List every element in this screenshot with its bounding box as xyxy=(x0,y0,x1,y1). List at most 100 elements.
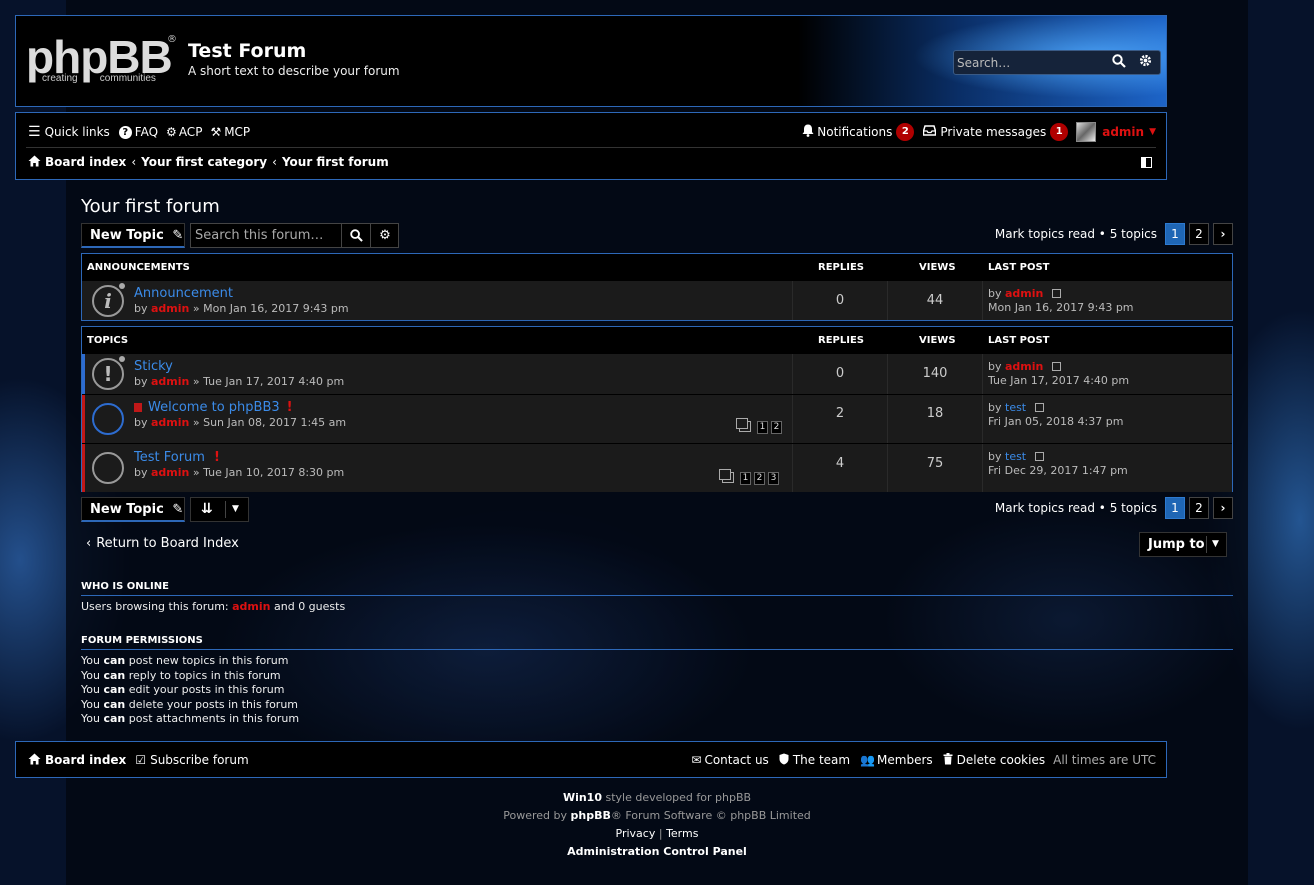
return-to-index-link[interactable]: ‹ Return to Board Index xyxy=(86,536,239,551)
permission-line: You can reply to topics in this forum xyxy=(81,668,281,682)
phpbb-logo[interactable]: phpBB ® creating communities xyxy=(26,34,177,88)
caret-down-icon: ▼ xyxy=(1212,539,1219,549)
topic-title[interactable]: Announcement xyxy=(134,286,233,301)
mark-topics-read-link[interactable]: Mark topics read • 5 topics xyxy=(995,501,1157,515)
page-2-button[interactable]: 2 xyxy=(1189,497,1209,519)
avatar[interactable] xyxy=(1076,122,1097,142)
pencil-icon: ✎ xyxy=(172,502,184,517)
last-post-author-link[interactable]: test xyxy=(1005,450,1026,463)
replies-count: 2 xyxy=(835,406,845,421)
new-topic-label: New Topic xyxy=(90,228,164,243)
col-last-post: Last post xyxy=(988,262,1050,273)
author-link[interactable]: admin xyxy=(151,302,189,315)
username-link[interactable]: admin xyxy=(1102,125,1144,139)
acp-link[interactable]: ACP xyxy=(179,125,203,139)
who-is-online-text: Users browsing this forum: admin and 0 g… xyxy=(81,600,346,613)
table-row[interactable]: Test Forum! by admin » Tue Jan 10, 2017 … xyxy=(82,443,1232,492)
topic-page-link[interactable]: 1 xyxy=(740,472,751,485)
mcp-link[interactable]: MCP xyxy=(224,125,250,139)
private-messages-link[interactable]: Private messages xyxy=(940,125,1046,139)
envelope-icon: ✉ xyxy=(691,753,702,767)
jump-to-button[interactable]: Jump to ▼ xyxy=(1139,532,1227,557)
page-1-button[interactable]: 1 xyxy=(1165,497,1185,519)
forum-title[interactable]: Your first forum xyxy=(81,196,220,217)
goto-last-post-icon[interactable] xyxy=(1051,362,1061,371)
terms-link[interactable]: Terms xyxy=(666,827,698,840)
forum-search-input[interactable] xyxy=(193,226,338,245)
page-2-button[interactable]: 2 xyxy=(1189,223,1209,245)
administration-control-panel-link[interactable]: Administration Control Panel xyxy=(567,845,747,858)
the-team-link[interactable]: The team xyxy=(793,753,850,767)
site-description: A short text to describe your forum xyxy=(188,64,400,78)
author-link[interactable]: admin xyxy=(151,375,189,388)
reported-icon: ! xyxy=(213,450,220,465)
breadcrumb-board-index[interactable]: Board index xyxy=(45,155,126,169)
members-link[interactable]: Members xyxy=(877,753,933,767)
table-row[interactable]: i Announcement by admin » Mon Jan 16, 20… xyxy=(82,280,1232,320)
privacy-link[interactable]: Privacy xyxy=(616,827,656,840)
timezone-text: All times are UTC xyxy=(1053,753,1156,767)
last-post-author-link[interactable]: admin xyxy=(1005,287,1043,300)
site-title[interactable]: Test Forum xyxy=(188,40,306,62)
last-post-author-link[interactable]: admin xyxy=(1005,360,1043,373)
delete-cookies-link[interactable]: Delete cookies xyxy=(957,753,1045,767)
fluid-toggle-icon[interactable] xyxy=(1141,156,1152,168)
views-count: 44 xyxy=(926,293,944,308)
new-topic-button[interactable]: New Topic ✎ xyxy=(81,497,185,522)
goto-last-post-icon[interactable] xyxy=(1051,289,1061,298)
topic-title[interactable]: Welcome to phpBB3 xyxy=(148,400,280,415)
faq-link[interactable]: FAQ xyxy=(135,125,158,139)
sort-options-button[interactable]: ⇊ ▼ xyxy=(190,497,249,522)
topics-table: Topics Replies Views Last post ! Sticky … xyxy=(81,326,1233,492)
mark-topics-read-link[interactable]: Mark topics read • 5 topics xyxy=(995,227,1157,241)
search-icon[interactable] xyxy=(1110,54,1128,72)
table-row[interactable]: ! Sticky by admin » Tue Jan 17, 2017 4:4… xyxy=(82,353,1232,394)
breadcrumb-forum[interactable]: Your first forum xyxy=(282,155,389,169)
online-user-link[interactable]: admin xyxy=(232,600,270,613)
footer-board-index[interactable]: Board index xyxy=(45,753,126,767)
goto-last-post-icon[interactable] xyxy=(1034,403,1044,412)
home-icon xyxy=(28,753,41,768)
permission-line: You can edit your posts in this forum xyxy=(81,683,285,696)
goto-last-post-icon[interactable] xyxy=(1034,452,1044,461)
announcements-header: Announcements Replies Views Last post xyxy=(82,254,1232,280)
notifications-count[interactable]: 2 xyxy=(896,123,915,141)
page-1-button[interactable]: 1 xyxy=(1165,223,1185,245)
topic-title[interactable]: Test Forum xyxy=(134,450,205,465)
quick-links[interactable]: Quick links xyxy=(45,125,110,139)
phpbb-link[interactable]: phpBB xyxy=(571,809,611,822)
topics-heading: Topics xyxy=(87,335,129,346)
acp-footer: Administration Control Panel xyxy=(0,845,1314,858)
caret-down-icon[interactable]: ▼ xyxy=(1149,127,1156,137)
author-link[interactable]: admin xyxy=(151,466,189,479)
menu-icon[interactable]: ☰ xyxy=(28,124,41,140)
site-header: phpBB ® creating communities Test Forum … xyxy=(15,15,1167,107)
topic-page-link[interactable]: 2 xyxy=(754,472,765,485)
topic-page-link[interactable]: 2 xyxy=(771,421,782,434)
shield-icon xyxy=(779,753,789,768)
next-page-icon[interactable]: › xyxy=(1213,223,1233,245)
gear-icon[interactable]: ⚙ xyxy=(370,224,399,247)
new-topic-button[interactable]: New Topic ✎ xyxy=(81,223,185,248)
style-name[interactable]: Win10 xyxy=(563,791,602,804)
search-icon[interactable] xyxy=(341,224,370,247)
author-link[interactable]: admin xyxy=(151,416,189,429)
header-search-input[interactable] xyxy=(957,54,1107,71)
pm-count[interactable]: 1 xyxy=(1050,123,1069,141)
table-row[interactable]: Welcome to phpBB3! by admin » Sun Jan 08… xyxy=(82,394,1232,443)
contact-us-link[interactable]: Contact us xyxy=(704,753,768,767)
forum-permissions-list: You can post new topics in this forum Yo… xyxy=(81,654,299,727)
last-post-author: by test xyxy=(988,450,1044,463)
subscribe-forum-link[interactable]: Subscribe forum xyxy=(150,753,249,767)
gear-icon[interactable] xyxy=(1136,54,1154,72)
reported-icon: ! xyxy=(286,400,293,415)
notifications-link[interactable]: Notifications xyxy=(817,125,892,139)
topic-page-link[interactable]: 1 xyxy=(757,421,768,434)
topic-title[interactable]: Sticky xyxy=(134,359,173,374)
chevron-left-icon: ‹ xyxy=(272,155,277,169)
topic-page-link[interactable]: 3 xyxy=(768,472,779,485)
next-page-icon[interactable]: › xyxy=(1213,497,1233,519)
last-post-author-link[interactable]: test xyxy=(1005,401,1026,414)
breadcrumb-category[interactable]: Your first category xyxy=(141,155,267,169)
pages-icon xyxy=(736,418,748,429)
